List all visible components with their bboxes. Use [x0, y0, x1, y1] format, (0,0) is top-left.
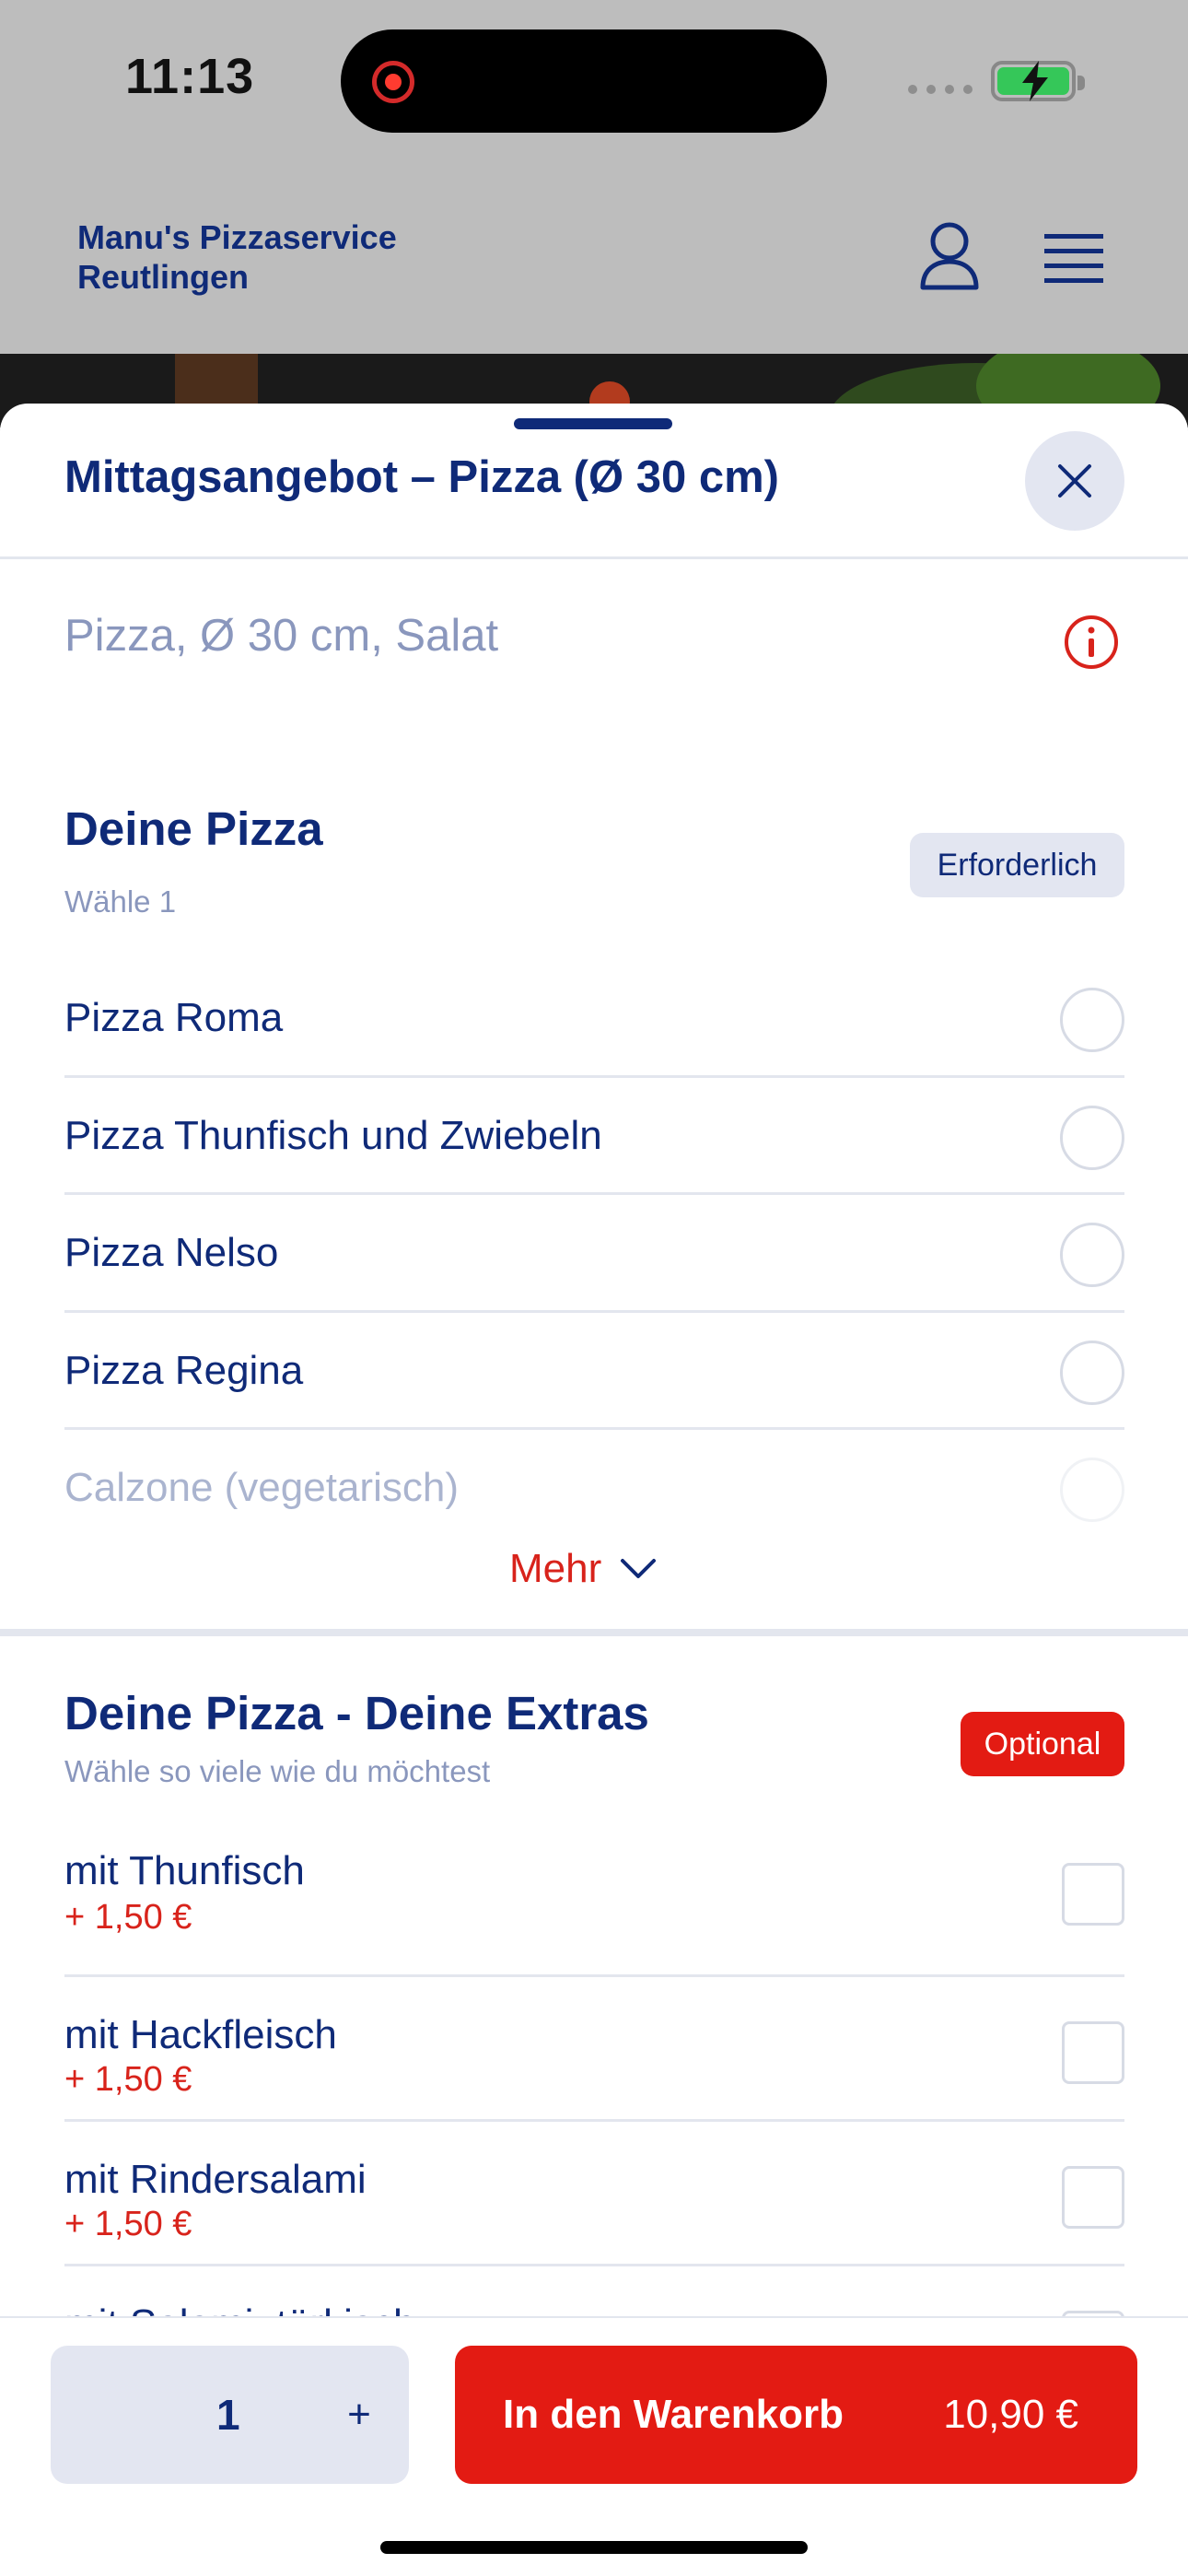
pizza-option[interactable]: Pizza Regina	[64, 1313, 1124, 1430]
show-more-label: Mehr	[509, 1546, 602, 1591]
extra-option-price: + 1,50 €	[64, 2205, 192, 2243]
status-bar: 11:13	[0, 0, 1188, 157]
checkbox[interactable]	[1062, 2021, 1124, 2084]
radio-button[interactable]	[1060, 1458, 1124, 1522]
required-badge: Erforderlich	[910, 833, 1124, 897]
quantity-value: 1	[216, 2391, 240, 2439]
cellular-signal-icon	[908, 85, 973, 94]
section-title-pizza: Deine Pizza	[64, 802, 323, 855]
pizza-option-label: Pizza Roma	[64, 995, 284, 1040]
pizza-option-label: Pizza Regina	[64, 1348, 304, 1393]
checkbox[interactable]	[1062, 2166, 1124, 2229]
home-indicator[interactable]	[380, 2541, 808, 2554]
battery-charging-icon	[991, 61, 1085, 101]
section-subtitle-pizza: Wähle 1	[64, 884, 177, 919]
status-time: 11:13	[125, 49, 255, 104]
quantity-stepper[interactable]: 1 +	[51, 2346, 409, 2484]
radio-button[interactable]	[1060, 1223, 1124, 1287]
total-price: 10,90 €	[943, 2392, 1078, 2437]
brand-line-1: Manu's Pizzaservice	[77, 218, 397, 256]
radio-button[interactable]	[1060, 1341, 1124, 1405]
add-to-cart-button[interactable]: In den Warenkorb 10,90 €	[455, 2346, 1137, 2484]
extra-option[interactable]: mit Thunfisch + 1,50 €	[64, 1811, 1124, 1977]
pizza-option[interactable]: Pizza Thunfisch und Zwiebeln	[64, 1078, 1124, 1195]
user-account-icon[interactable]	[919, 221, 980, 291]
extra-option-price: + 1,50 €	[64, 1898, 192, 1937]
extra-option-label: mit Hackfleisch	[64, 2012, 337, 2057]
pizza-option-label: Calzone (vegetarisch)	[64, 1465, 459, 1510]
close-icon	[1058, 464, 1091, 498]
section-separator	[0, 1629, 1188, 1636]
bottom-action-bar: 1 + In den Warenkorb 10,90 €	[0, 2316, 1188, 2576]
radio-button[interactable]	[1060, 988, 1124, 1052]
increase-quantity-button[interactable]: +	[327, 2383, 391, 2447]
hamburger-menu-icon[interactable]	[1044, 232, 1103, 284]
product-description: Pizza, Ø 30 cm, Salat	[64, 611, 499, 661]
extra-option[interactable]: mit Hackfleisch + 1,50 €	[64, 1977, 1124, 2122]
extra-option-label: mit Thunfisch	[64, 1848, 305, 1893]
pizza-option-label: Pizza Nelso	[64, 1230, 279, 1275]
chevron-down-icon	[621, 1559, 657, 1578]
dynamic-island	[341, 29, 827, 133]
app-header: Manu's Pizzaservice Reutlingen	[0, 157, 1188, 354]
section-subtitle-extras: Wähle so viele wie du möchtest	[64, 1754, 491, 1788]
extra-option-price: + 1,50 €	[64, 2060, 192, 2099]
optional-badge: Optional	[961, 1712, 1124, 1776]
brand-line-2: Reutlingen	[77, 258, 249, 296]
info-icon[interactable]	[1063, 614, 1120, 671]
sheet-grabber[interactable]	[514, 418, 672, 429]
pizza-option[interactable]: Pizza Nelso	[64, 1195, 1124, 1313]
pizza-option-label: Pizza Thunfisch und Zwiebeln	[64, 1113, 602, 1158]
screen-recording-icon	[372, 61, 414, 103]
product-sheet: Mittagsangebot – Pizza (Ø 30 cm) Pizza, …	[0, 404, 1188, 2576]
section-title-extras: Deine Pizza - Deine Extras	[64, 1687, 649, 1739]
pizza-option[interactable]: Calzone (vegetarisch)	[64, 1430, 1124, 1531]
checkbox[interactable]	[1062, 1863, 1124, 1926]
close-button[interactable]	[1025, 431, 1124, 531]
extra-option[interactable]: mit Rindersalami + 1,50 €	[64, 2122, 1124, 2266]
add-to-cart-label: In den Warenkorb	[503, 2392, 844, 2437]
show-more-button[interactable]: Mehr	[509, 1546, 657, 1592]
brand-name[interactable]: Manu's Pizzaservice Reutlingen	[77, 217, 397, 297]
pizza-option[interactable]: Pizza Roma	[64, 956, 1124, 1078]
sheet-title: Mittagsangebot – Pizza (Ø 30 cm)	[64, 452, 779, 502]
extra-option-label: mit Rindersalami	[64, 2157, 367, 2202]
header-divider	[0, 556, 1188, 559]
radio-button[interactable]	[1060, 1106, 1124, 1170]
